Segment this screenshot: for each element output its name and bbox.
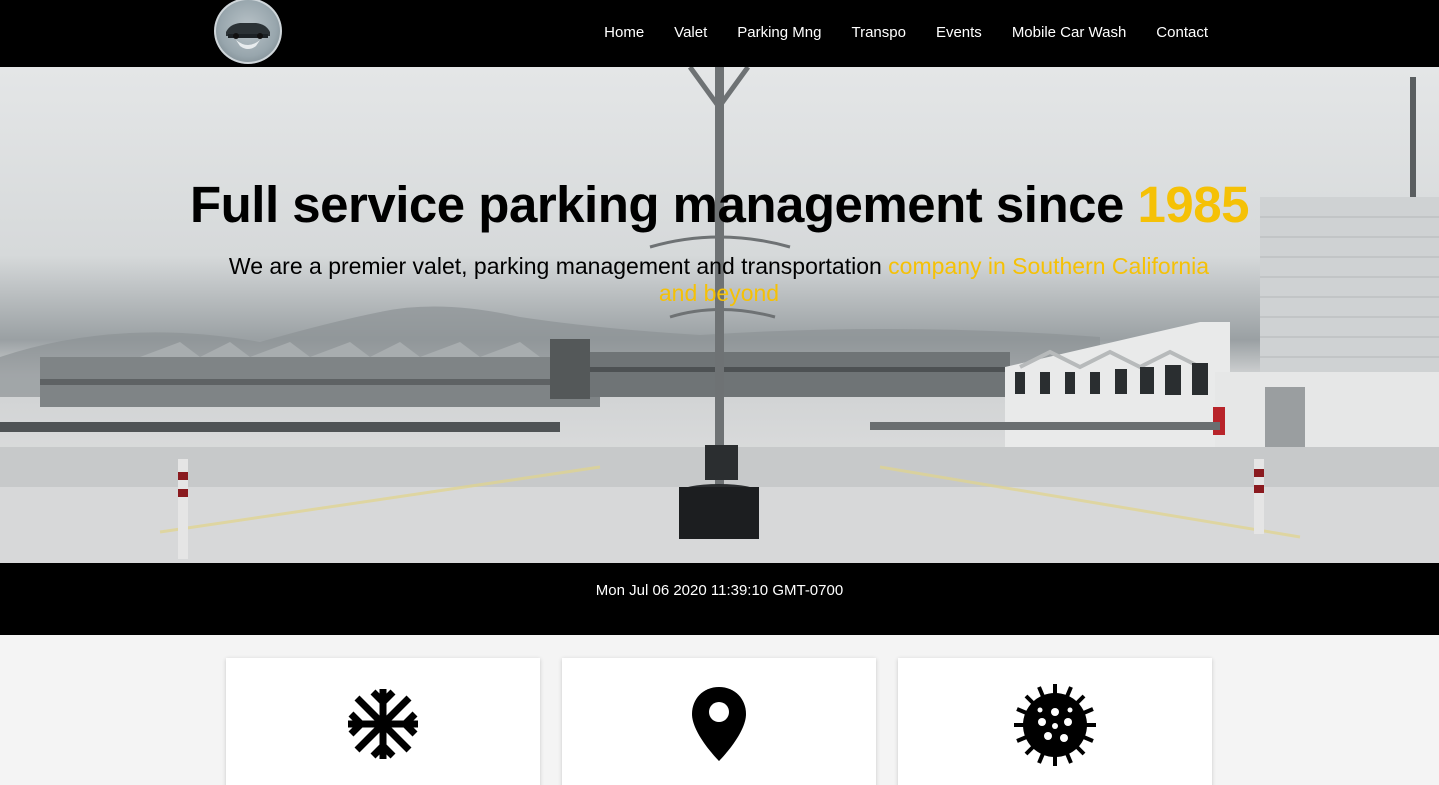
nav-transpo-link[interactable]: Transpo: [851, 24, 905, 41]
nav-events-link[interactable]: Events: [936, 24, 982, 41]
hero-subtitle: We are a premier valet, parking manageme…: [219, 253, 1219, 307]
map-pin-icon: [692, 687, 746, 761]
car-logo-icon: [226, 23, 270, 49]
top-navbar: Home Valet Parking Mng Transpo Events Mo…: [0, 0, 1439, 67]
company-logo[interactable]: [214, 0, 282, 64]
nav-valet-link[interactable]: Valet: [674, 24, 707, 41]
nav-mobile-car-wash-link[interactable]: Mobile Car Wash: [1012, 24, 1126, 41]
nav-home-link[interactable]: Home: [604, 24, 644, 41]
feature-cards-section: [0, 635, 1439, 785]
feature-card-location[interactable]: [562, 658, 876, 785]
nav-parking-mng-link[interactable]: Parking Mng: [737, 24, 821, 41]
current-datetime: Mon Jul 06 2020 11:39:10 GMT-0700: [595, 581, 844, 599]
hero-title-main: Full service parking management since: [189, 176, 1138, 233]
hero-subtitle-main: We are a premier valet, parking manageme…: [228, 253, 889, 279]
hero-title: Full service parking management since 19…: [0, 175, 1439, 234]
clock-bar: Mon Jul 06 2020 11:39:10 GMT-0700: [0, 563, 1439, 635]
nav-contact-link[interactable]: Contact: [1156, 24, 1208, 41]
feature-card-virus[interactable]: [898, 658, 1212, 785]
hero-section: Full service parking management since 19…: [0, 67, 1439, 563]
main-nav: Home Valet Parking Mng Transpo Events Mo…: [604, 0, 1208, 64]
hero-title-accent: 1985: [1137, 176, 1250, 233]
parking-deck-background-image: [0, 67, 1439, 563]
feature-card-snowflake[interactable]: [226, 658, 540, 785]
virus-icon: [1014, 684, 1096, 766]
snowflake-icon: [348, 689, 418, 759]
